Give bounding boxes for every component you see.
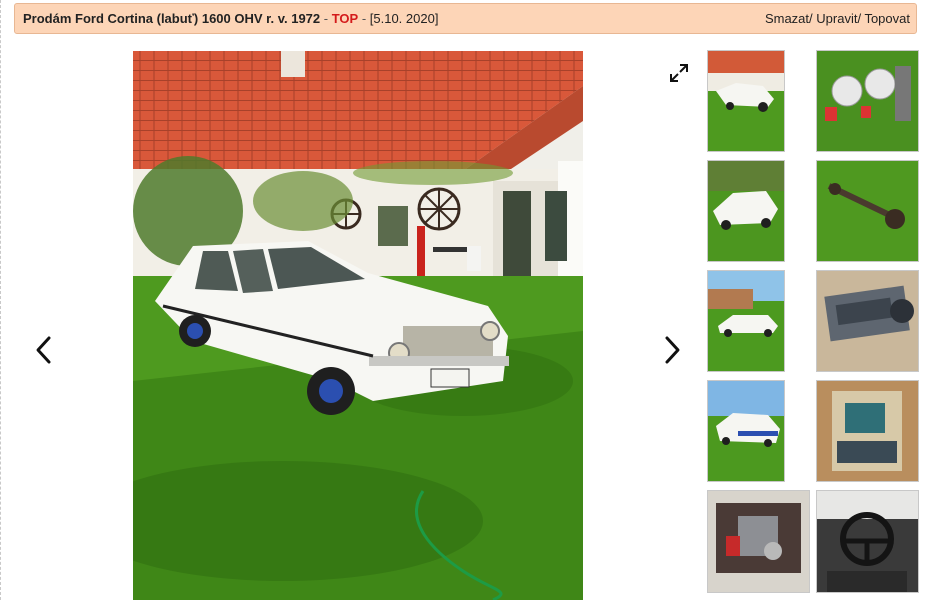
left-border-rule xyxy=(0,0,1,600)
prev-photo-button[interactable] xyxy=(32,334,56,366)
car-distance-thumb xyxy=(708,271,784,371)
next-photo-button[interactable] xyxy=(660,334,684,366)
listing-date: [5.10. 2020] xyxy=(369,11,439,26)
listing-header: Prodám Ford Cortina (labuť) 1600 OHV r. … xyxy=(14,3,917,34)
thumbnail-4[interactable] xyxy=(816,160,919,262)
thumbnail-2[interactable] xyxy=(816,50,919,152)
car-side-garden-thumb xyxy=(708,161,784,261)
ad-title[interactable]: Prodám Ford Cortina (labuť) 1600 OHV r. … xyxy=(23,11,320,26)
listing-title: Prodám Ford Cortina (labuť) 1600 OHV r. … xyxy=(23,11,438,26)
thumbnail-7[interactable] xyxy=(707,380,785,482)
thumbnail-1[interactable] xyxy=(707,50,785,152)
thumbnail-5[interactable] xyxy=(707,270,785,372)
thumbnail-6[interactable] xyxy=(816,270,919,372)
thumbnail-9[interactable] xyxy=(707,490,810,593)
thumbnail-8[interactable] xyxy=(816,380,919,482)
rear-axle-grass-thumb xyxy=(817,161,918,261)
car-photo-illustration xyxy=(133,51,583,600)
engine-block-thumb xyxy=(817,271,918,371)
engine-bay-thumb xyxy=(708,491,809,592)
promote-link[interactable]: Topovat xyxy=(864,11,910,26)
date-separator: - xyxy=(358,11,370,26)
fullscreen-button[interactable] xyxy=(669,63,689,83)
top-badge: TOP xyxy=(331,11,359,26)
car-interior-parts-thumb xyxy=(817,381,918,481)
car-front-house-thumb xyxy=(708,51,784,151)
steering-wheel-thumb xyxy=(817,491,918,592)
car-rear-sky-thumb xyxy=(708,381,784,481)
thumbnail-3[interactable] xyxy=(707,160,785,262)
expand-icon xyxy=(670,64,688,82)
title-separator: - xyxy=(320,11,332,26)
listing-actions: Smazat/ Upravit/ Topovat xyxy=(765,11,910,26)
delete-link[interactable]: Smazat/ xyxy=(765,11,813,26)
thumbnail-10[interactable] xyxy=(816,490,919,593)
chevron-right-icon xyxy=(665,336,680,364)
main-photo[interactable] xyxy=(133,51,583,600)
wheels-parts-thumb xyxy=(817,51,918,151)
chevron-left-icon xyxy=(36,336,51,364)
edit-link[interactable]: Upravit/ xyxy=(816,11,861,26)
